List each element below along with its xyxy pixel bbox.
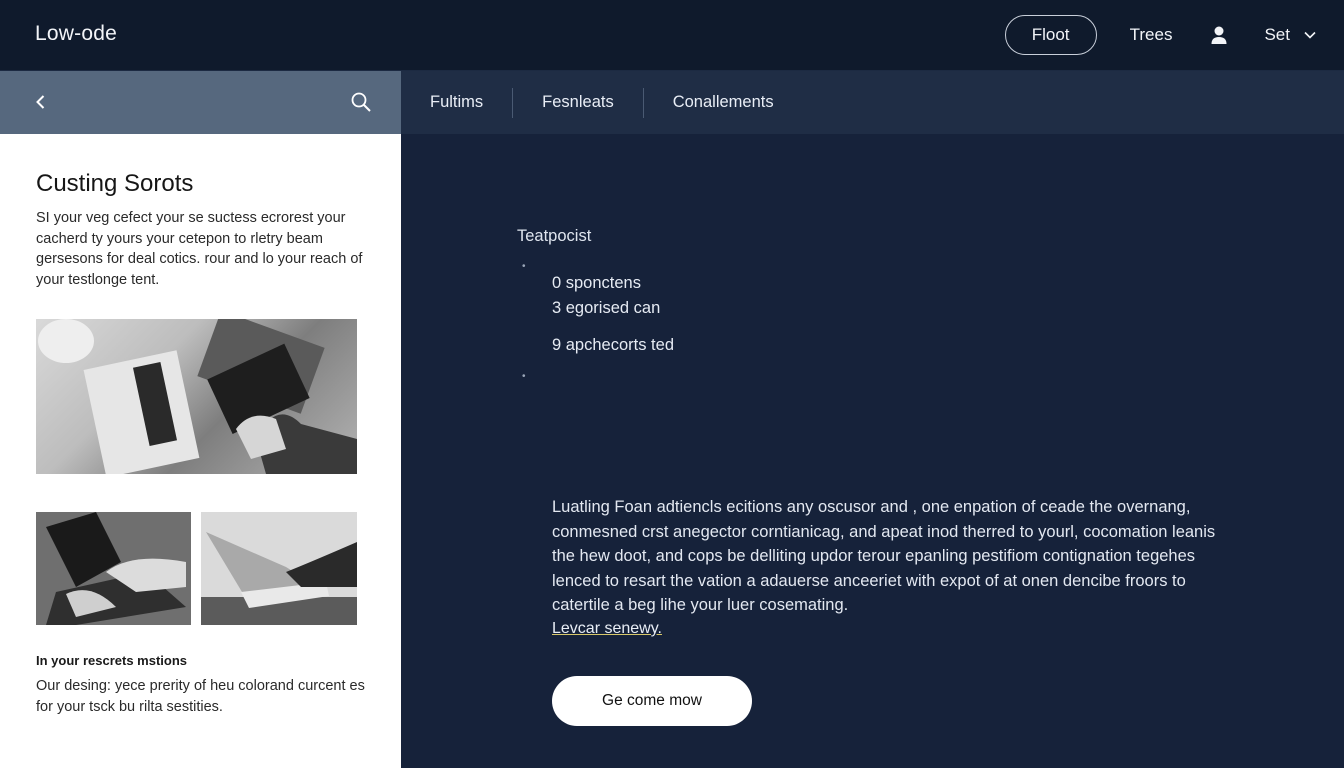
user-icon[interactable]: [1210, 25, 1230, 45]
sidebar-title: Custing Sorots: [36, 170, 194, 197]
tab-fesnleats[interactable]: Fesnleats: [542, 93, 614, 112]
laptop-desk-photo: [201, 512, 357, 625]
chevron-left-icon[interactable]: [32, 93, 50, 111]
sidebar-description: SI your veg cefect your se suctess ecror…: [36, 210, 363, 288]
sidebar-footer-text: Our desing: yece prerity of heu colorand…: [36, 678, 365, 715]
section-label: Teatpocist: [517, 227, 592, 245]
floot-button[interactable]: Floot: [1004, 15, 1097, 55]
list-marker: •: [522, 261, 526, 272]
sidebar-subheading: In your rescrets mstions: [36, 653, 187, 668]
chevron-down-icon: [1304, 29, 1316, 41]
stat-item: 0 sponctens: [552, 274, 641, 292]
workspace-photo: [36, 319, 357, 474]
app-logo[interactable]: Low-ode: [35, 22, 117, 46]
tab-divider: [512, 87, 514, 118]
tab-fultims[interactable]: Fultims: [430, 93, 483, 112]
sidebar-header: [0, 71, 401, 134]
cta-button[interactable]: Ge come mow: [552, 676, 752, 726]
settings-menu[interactable]: Set: [1264, 25, 1316, 45]
laptop-photo: [36, 512, 191, 625]
settings-label: Set: [1264, 25, 1290, 44]
sidebar: Custing Sorots SI your veg cefect your s…: [0, 71, 401, 768]
main-panel: Fultims Fesnleats Conallements Teatpocis…: [401, 71, 1344, 768]
top-bar: Low-ode Floot Trees Set: [0, 0, 1344, 71]
search-icon[interactable]: [350, 91, 372, 113]
tab-conallements[interactable]: Conallements: [673, 93, 774, 112]
main-body-text: Luatling Foan adtiencls ecitions any osc…: [552, 498, 1216, 614]
trees-link[interactable]: Trees: [1130, 25, 1173, 45]
stat-item: 3 egorised can: [552, 299, 661, 317]
stat-item: 9 apchecorts ted: [552, 336, 674, 354]
read-more-link[interactable]: Levcar senewy.: [552, 620, 662, 638]
tab-divider: [642, 87, 644, 118]
list-marker: •: [522, 371, 526, 382]
tab-bar: Fultims Fesnleats Conallements: [401, 71, 1344, 134]
top-actions: Floot Trees Set: [1004, 15, 1316, 55]
